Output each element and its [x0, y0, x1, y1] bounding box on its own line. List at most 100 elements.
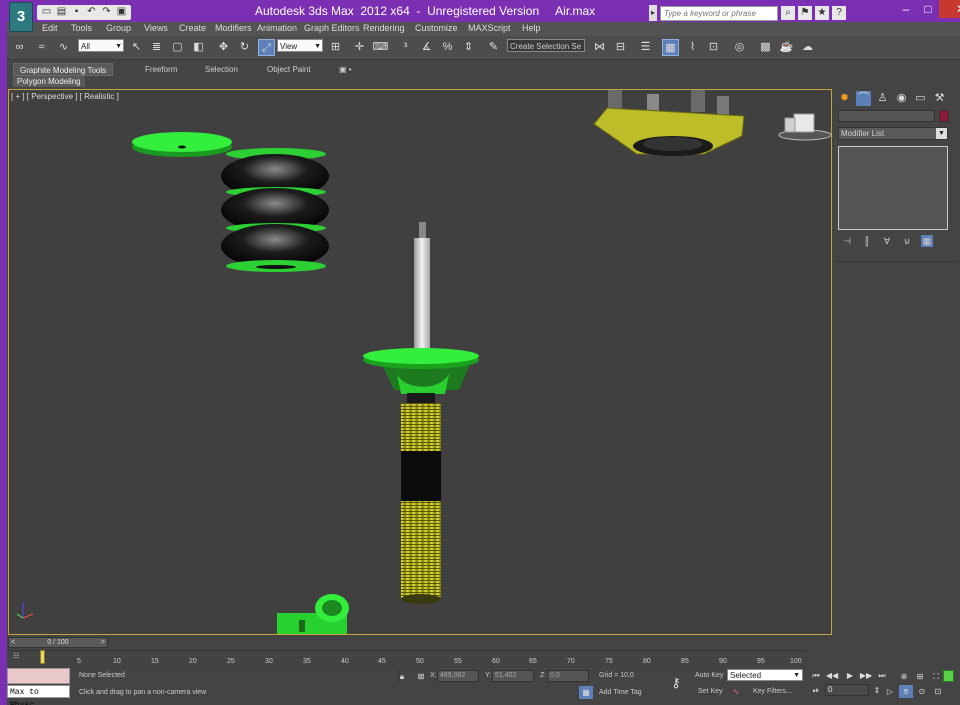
material-editor-icon[interactable]: ◎ — [731, 39, 748, 56]
schematic-view-icon[interactable]: ⊡ — [705, 39, 722, 56]
menu-edit[interactable]: Edit — [42, 23, 58, 33]
key-icon[interactable]: ⚷ — [669, 676, 683, 689]
key-mode-dropdown[interactable]: Selected ▼ — [727, 669, 803, 681]
link-icon[interactable]: ∞ — [11, 39, 28, 56]
redo-icon[interactable]: ↷ — [100, 5, 113, 18]
select-by-name-icon[interactable]: ≣ — [148, 39, 165, 56]
snaps-toggle-icon[interactable]: ³ — [397, 39, 414, 56]
tab-selection[interactable]: Selection — [205, 63, 238, 76]
zoom-all-icon[interactable]: ⊞ — [913, 670, 927, 683]
menu-tools[interactable]: Tools — [71, 23, 92, 33]
make-unique-icon[interactable]: ∀ — [881, 235, 893, 247]
rectangle-selection-icon[interactable]: ▢ — [169, 39, 186, 56]
close-button[interactable]: ✕ — [939, 0, 960, 18]
menu-maxscript[interactable]: MAXScript — [468, 23, 511, 33]
align-icon[interactable]: ⊟ — [612, 39, 629, 56]
pivot-center-icon[interactable]: ⊞ — [327, 39, 344, 56]
key-curve-icon[interactable]: ∿ — [729, 685, 743, 698]
modify-icon[interactable]: ⌒ — [856, 91, 871, 106]
angle-snap-icon[interactable]: ∡ — [418, 39, 435, 56]
z-coordinate-field[interactable]: 0,0 — [547, 670, 589, 682]
pan-view-icon[interactable]: ✋︎ — [899, 685, 913, 698]
top-mount-plate[interactable] — [593, 90, 745, 156]
maxscript-output[interactable]: Max to Physc. — [7, 685, 70, 705]
key-mode-toggle-icon[interactable]: ⏯ — [809, 684, 823, 697]
maxscript-mini-listener[interactable] — [7, 668, 70, 684]
orbit-icon[interactable]: ⊙ — [915, 685, 929, 698]
expand-icon[interactable]: ▸ — [649, 5, 657, 21]
modifier-stack[interactable] — [838, 146, 948, 230]
viewcube[interactable] — [778, 113, 831, 141]
bind-spacewarp-icon[interactable]: ∿ — [55, 39, 72, 56]
rendered-frame-icon[interactable]: ☕ — [778, 39, 795, 56]
zoom-icon[interactable]: ⊕ — [897, 670, 911, 683]
time-tag-icon[interactable]: ▦ — [579, 686, 593, 699]
percent-snap-icon[interactable]: % — [439, 39, 456, 56]
time-slider[interactable]: < 0 / 100 > — [8, 637, 108, 648]
bottom-bracket[interactable] — [277, 594, 349, 635]
layer-manager-icon[interactable]: ☰ — [637, 39, 654, 56]
absolute-mode-icon[interactable]: ⊠ — [414, 670, 428, 683]
spinner-snap-icon[interactable]: ⇕ — [460, 39, 477, 56]
open-icon[interactable]: ▤ — [55, 5, 68, 18]
move-icon[interactable]: ✥ — [215, 39, 232, 56]
play-icon[interactable]: ▶ — [843, 669, 857, 682]
motion-icon[interactable]: ◉ — [894, 91, 909, 106]
air-spring-bellows[interactable] — [221, 148, 329, 272]
polygon-modeling-panel[interactable]: Polygon Modeling — [13, 76, 85, 87]
spring-top-cap[interactable] — [132, 132, 232, 157]
project-icon[interactable]: ▣ — [115, 5, 128, 18]
maximize-viewport-icon[interactable]: ⊡ — [931, 685, 945, 698]
zoom-extents-icon[interactable]: ⛶ — [929, 670, 943, 683]
graphite-toggle-icon[interactable]: ▦ — [662, 39, 679, 56]
window-crossing-icon[interactable]: ◧ — [190, 39, 207, 56]
display-icon[interactable]: ▭ — [913, 91, 928, 106]
modifier-list-dropdown[interactable]: Modifier List ▼ — [838, 127, 948, 140]
reference-coordinate-dropdown[interactable]: View ▼ — [277, 39, 323, 52]
tab-freeform[interactable]: Freeform — [145, 63, 177, 76]
add-time-tag-button[interactable]: Add Time Tag — [597, 687, 644, 699]
undo-icon[interactable]: ↶ — [85, 5, 98, 18]
tab-object-paint[interactable]: Object Paint — [267, 63, 311, 76]
menu-help[interactable]: Help — [522, 23, 541, 33]
ribbon-options-button[interactable]: ▣ • — [339, 63, 352, 76]
save-icon[interactable]: ▪ — [70, 5, 83, 18]
show-end-result-icon[interactable]: ║ — [861, 235, 873, 247]
current-frame-field[interactable]: 0 — [825, 684, 869, 696]
next-frame-icon[interactable]: ▶▶ — [859, 669, 873, 682]
mirror-icon[interactable]: ⋈ — [591, 39, 608, 56]
mini-curve-icon[interactable]: ☷ — [13, 652, 19, 660]
utilities-icon[interactable]: ⚒ — [932, 91, 947, 106]
pin-stack-icon[interactable]: ⊣ — [841, 235, 853, 247]
y-coordinate-field[interactable]: 51,402 — [492, 670, 534, 682]
help-search-input[interactable] — [660, 5, 778, 21]
menu-customize[interactable]: Customize — [415, 23, 458, 33]
auto-key-button[interactable]: Auto Key — [693, 670, 725, 682]
configure-modifier-sets-icon[interactable]: ▦ — [921, 235, 933, 247]
star-icon[interactable]: ★ — [815, 6, 829, 20]
set-key-button[interactable]: Set Key — [696, 686, 725, 698]
shock-absorber[interactable] — [363, 222, 479, 604]
unlink-icon[interactable]: ≈ — [33, 39, 50, 56]
menu-rendering[interactable]: Rendering — [363, 23, 405, 33]
time-config-icon[interactable]: ⇕ — [870, 684, 884, 697]
previous-frame-icon[interactable]: ◀◀ — [825, 669, 839, 682]
field-of-view-icon[interactable]: ▷ — [883, 685, 897, 698]
menu-modifiers[interactable]: Modifiers — [215, 23, 252, 33]
select-object-icon[interactable]: ↖ — [128, 39, 145, 56]
menu-animation[interactable]: Animation — [257, 23, 297, 33]
menu-views[interactable]: Views — [144, 23, 168, 33]
curve-editor-icon[interactable]: ⌇ — [684, 39, 701, 56]
menu-group[interactable]: Group — [106, 23, 131, 33]
render-production-icon[interactable]: ☁ — [799, 39, 816, 56]
new-icon[interactable]: ▭ — [40, 5, 53, 18]
selection-filter-dropdown[interactable]: All ▼ — [78, 39, 124, 52]
favorites-icon[interactable]: ⚑ — [798, 6, 812, 20]
tab-graphite-modeling-tools[interactable]: Graphite Modeling Tools — [13, 63, 114, 76]
object-name-field[interactable] — [838, 110, 935, 122]
perspective-viewport[interactable]: [ + ] [ Perspective ] [ Realistic ] — [8, 89, 832, 635]
help-icon[interactable]: ? — [832, 6, 846, 20]
create-icon[interactable]: ✹ — [837, 91, 852, 106]
time-next-button[interactable]: > — [101, 638, 105, 648]
menu-graph-editors[interactable]: Graph Editors — [304, 23, 360, 33]
